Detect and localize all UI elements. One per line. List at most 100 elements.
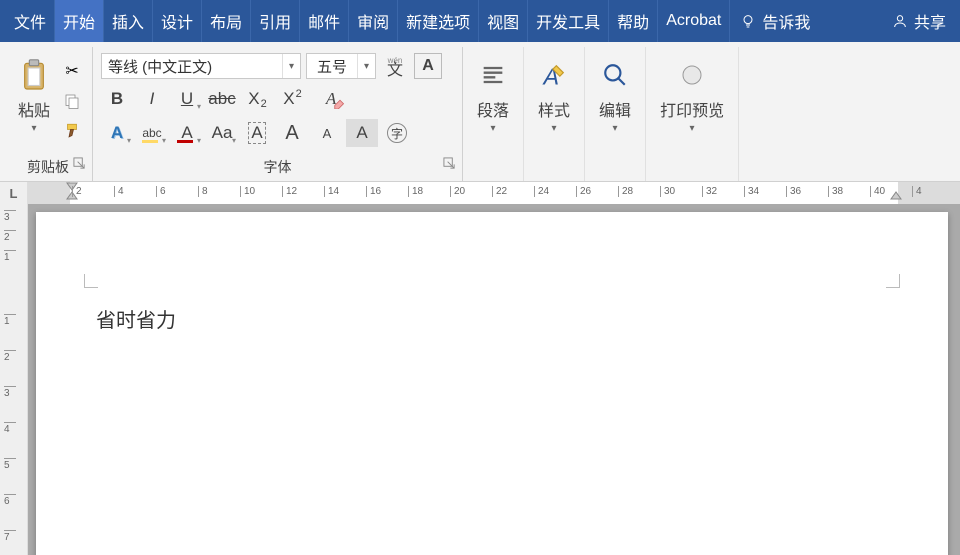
paste-button[interactable]: 粘贴 ▾: [12, 53, 56, 138]
text-effects-button[interactable]: A▾: [101, 119, 133, 147]
tell-me-box[interactable]: 告诉我: [730, 9, 878, 33]
font-group-label: 字体: [101, 155, 454, 179]
menu-tabs: 文件 开始 插入 设计 布局 引用 邮件 审阅 新建选项 视图 开发工具 帮助 …: [0, 0, 960, 42]
char-border-button[interactable]: A: [414, 53, 442, 79]
pinyin-char: 文: [387, 66, 403, 76]
share-button[interactable]: 共享: [878, 9, 960, 33]
caret-down-icon: ▾: [357, 54, 375, 78]
underline-button[interactable]: U▾: [171, 85, 203, 113]
enclose-char-button[interactable]: 字: [381, 119, 413, 147]
tab-home[interactable]: 开始: [55, 0, 104, 42]
right-indent-marker-icon[interactable]: [890, 182, 902, 200]
group-paragraph: 段落▾: [463, 47, 524, 181]
ruler-tick: 38: [828, 186, 843, 197]
tab-insert[interactable]: 插入: [104, 0, 153, 42]
document-text[interactable]: 省时省力: [96, 304, 176, 333]
font-name-value: 等线 (中文正文): [102, 56, 282, 77]
ruler-tick: 2: [4, 350, 16, 363]
tab-mailings[interactable]: 邮件: [300, 0, 349, 42]
ruler-tick: 32: [702, 186, 717, 197]
change-case-button[interactable]: Aa▾: [206, 119, 238, 147]
grow-font-button[interactable]: A: [276, 119, 308, 147]
format-painter-button[interactable]: [60, 119, 84, 143]
tab-help[interactable]: 帮助: [609, 0, 658, 42]
styles-icon: A: [538, 57, 570, 93]
font-launcher[interactable]: [442, 157, 456, 171]
shrink-font-button[interactable]: A: [311, 119, 343, 147]
scissors-icon: ✂: [65, 61, 78, 81]
ruler-tick: 3: [4, 386, 16, 399]
ruler-tick: 4: [114, 186, 124, 197]
font-name-select[interactable]: 等线 (中文正文) ▾: [101, 53, 301, 79]
ruler-tick: 2: [4, 230, 16, 243]
ruler-tick: 30: [660, 186, 675, 197]
clear-format-button[interactable]: A: [311, 85, 351, 113]
font-size-select[interactable]: 五号 ▾: [306, 53, 376, 79]
ruler-tick: 16: [366, 186, 381, 197]
bold-button[interactable]: B: [101, 85, 133, 113]
tab-selector[interactable]: L: [0, 182, 28, 204]
tab-layout[interactable]: 布局: [202, 0, 251, 42]
page[interactable]: 省时省力: [36, 212, 948, 555]
tab-acrobat[interactable]: Acrobat: [658, 0, 730, 42]
ribbon: 粘贴 ▾ ✂ 剪贴板 等线 (中文正文): [0, 42, 960, 182]
circle-icon: [676, 57, 708, 93]
ruler-vertical[interactable]: 3211234567: [0, 204, 28, 555]
group-print-preview: 打印预览▾: [646, 47, 739, 181]
char-and-border-button[interactable]: A: [241, 119, 273, 147]
clipboard-group-label: 剪贴板: [12, 155, 84, 179]
subscript-button[interactable]: X2: [241, 85, 273, 113]
ruler-tick: 1: [4, 314, 16, 327]
tab-view[interactable]: 视图: [479, 0, 528, 42]
superscript-button[interactable]: X2: [276, 85, 308, 113]
ruler-tick: 36: [786, 186, 801, 197]
ruler-tick: 6: [4, 494, 16, 507]
caret-down-icon: ▾: [31, 123, 36, 134]
share-label: 共享: [914, 9, 946, 33]
group-editing: 编辑▾: [585, 47, 646, 181]
font-color-swatch: [177, 140, 193, 143]
eraser-icon: [333, 95, 347, 109]
search-icon: [599, 57, 631, 93]
ruler-horizontal[interactable]: L 2468101214161820222426283032343638404: [0, 182, 960, 204]
ruler-tick: 18: [408, 186, 423, 197]
tab-references[interactable]: 引用: [251, 0, 300, 42]
editing-button[interactable]: 编辑▾: [593, 53, 637, 138]
page-viewport[interactable]: 省时省力: [28, 204, 960, 555]
strikethrough-button[interactable]: abc: [206, 85, 238, 113]
tab-newopt[interactable]: 新建选项: [398, 0, 479, 42]
font-size-value: 五号: [307, 56, 357, 77]
brush-icon: [63, 121, 81, 141]
ruler-tick: 6: [156, 186, 166, 197]
char-shading-button[interactable]: A: [346, 119, 378, 147]
ruler-tick: 7: [4, 530, 16, 543]
copy-button[interactable]: [60, 89, 84, 113]
italic-button[interactable]: I: [136, 85, 168, 113]
ruler-tick: 20: [450, 186, 465, 197]
print-preview-button[interactable]: 打印预览▾: [654, 53, 730, 138]
ruler-tick: 2: [72, 186, 82, 197]
document-area: 3211234567 省时省力: [0, 204, 960, 555]
ruler-tick: 3: [4, 210, 16, 223]
tab-file[interactable]: 文件: [0, 0, 55, 42]
tab-review[interactable]: 审阅: [349, 0, 398, 42]
ruler-tick: 14: [324, 186, 339, 197]
tell-me-label: 告诉我: [762, 9, 810, 33]
margin-corner-left: [84, 274, 98, 288]
ruler-tick: 10: [240, 186, 255, 197]
share-person-icon: [892, 13, 908, 29]
tab-dev[interactable]: 开发工具: [528, 0, 609, 42]
group-styles: A 样式▾: [524, 47, 585, 181]
cut-button[interactable]: ✂: [60, 59, 84, 83]
ruler-tick: 34: [744, 186, 759, 197]
ruler-tick: 12: [282, 186, 297, 197]
margin-corner-right: [886, 274, 900, 288]
paragraph-button[interactable]: 段落▾: [471, 53, 515, 138]
caret-down-icon: ▾: [282, 54, 300, 78]
clipboard-launcher[interactable]: [72, 157, 86, 171]
highlight-button[interactable]: abc▾: [136, 119, 168, 147]
font-color-button[interactable]: A▾: [171, 119, 203, 147]
styles-button[interactable]: A 样式▾: [532, 53, 576, 138]
tab-design[interactable]: 设计: [153, 0, 202, 42]
phonetic-guide-button[interactable]: wén 文: [381, 53, 409, 79]
